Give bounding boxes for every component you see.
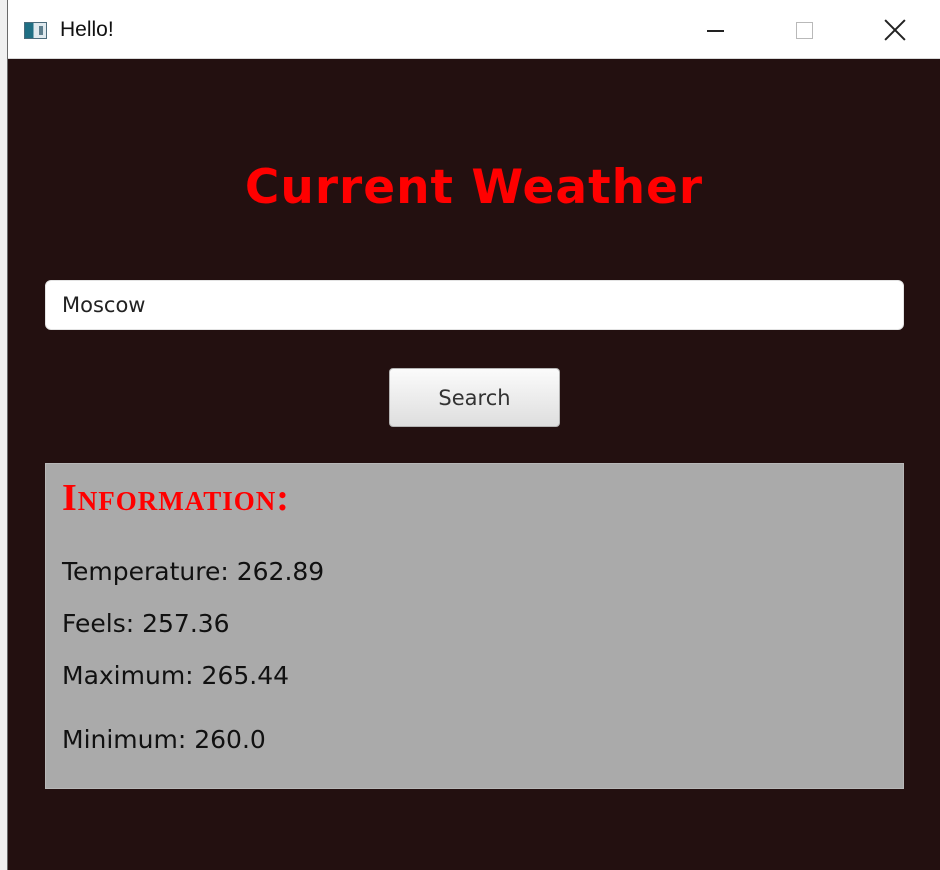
page-title: Current Weather: [244, 160, 704, 215]
app-window-icon: [24, 22, 47, 39]
maximum-temperature-value: Maximum: 265.44: [62, 661, 290, 690]
maximize-button[interactable]: [760, 0, 850, 58]
feels-like-value: Feels: 257.36: [62, 609, 230, 638]
minimize-button[interactable]: [670, 0, 760, 58]
close-icon: [883, 18, 907, 42]
information-title: Information:: [62, 477, 290, 519]
title-bar[interactable]: Hello!: [8, 0, 940, 59]
city-search-input[interactable]: [45, 280, 904, 330]
close-button[interactable]: [850, 0, 940, 58]
search-button[interactable]: Search: [389, 368, 560, 427]
maximize-icon: [796, 22, 813, 39]
information-panel: Information: Temperature: 262.89 Feels: …: [45, 463, 904, 789]
temperature-value: Temperature: 262.89: [62, 557, 325, 586]
minimize-icon: [707, 30, 724, 32]
weather-app-window: Hello! Current Weather Search Informatio…: [8, 0, 940, 870]
minimum-temperature-value: Minimum: 260.0: [62, 725, 266, 754]
window-title: Hello!: [60, 18, 114, 41]
